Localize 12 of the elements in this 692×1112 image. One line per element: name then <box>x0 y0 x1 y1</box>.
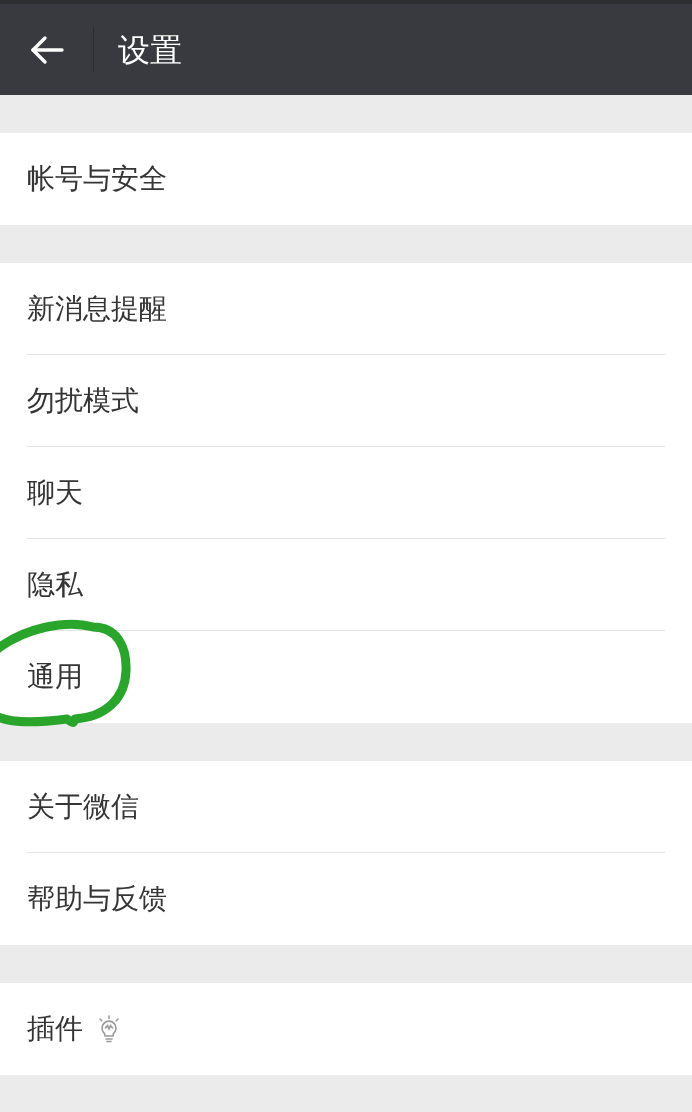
settings-item[interactable]: 勿扰模式 <box>27 355 665 447</box>
settings-item[interactable]: 隐私 <box>27 539 665 631</box>
settings-item[interactable]: 聊天 <box>27 447 665 539</box>
lightbulb-icon <box>97 1015 121 1043</box>
settings-item[interactable]: 新消息提醒 <box>27 263 665 355</box>
page-title: 设置 <box>118 33 182 66</box>
settings-item[interactable]: 插件 <box>27 983 665 1075</box>
settings-item[interactable]: 关于微信 <box>27 761 665 853</box>
settings-item[interactable]: 帐号与安全 <box>27 133 665 225</box>
back-arrow-icon[interactable] <box>30 34 64 65</box>
settings-item[interactable]: 通用 <box>27 631 665 723</box>
settings-item[interactable]: 帮助与反馈 <box>27 853 665 945</box>
